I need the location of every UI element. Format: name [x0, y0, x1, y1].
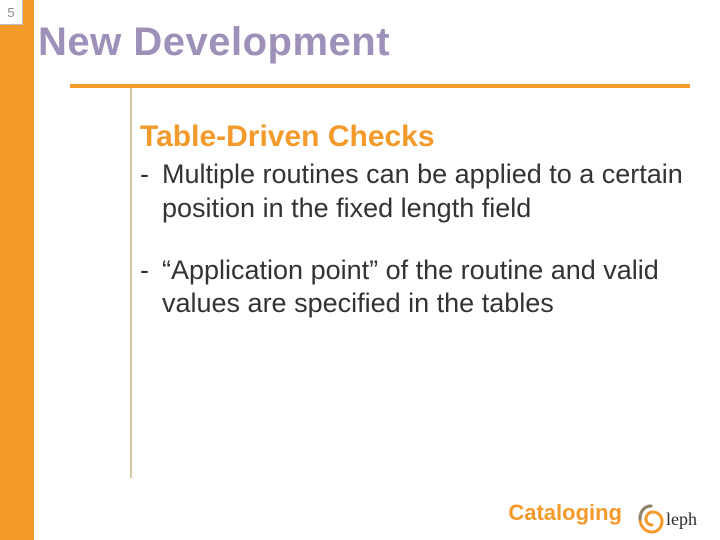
subheading: Table-Driven Checks — [140, 120, 690, 154]
body-content: Table-Driven Checks - Multiple routines … — [140, 120, 690, 349]
bullet-2: - “Application point” of the routine and… — [140, 254, 690, 322]
vertical-rule — [130, 88, 132, 478]
slide: 5 New Development Table-Driven Checks - … — [0, 0, 720, 540]
slide-title: New Development — [38, 20, 390, 65]
aleph-swirl-icon — [638, 504, 664, 534]
bullet-dash: - — [140, 254, 162, 322]
bullet-1: - Multiple routines can be applied to a … — [140, 158, 690, 226]
left-accent-bar — [0, 0, 34, 540]
aleph-logo: leph — [638, 494, 710, 534]
bullet-text: Multiple routines can be applied to a ce… — [162, 158, 690, 226]
aleph-logo-text: leph — [666, 504, 697, 534]
footer-label: Cataloging — [508, 500, 622, 526]
bullet-text: “Application point” of the routine and v… — [162, 254, 690, 322]
slide-number-box: 5 — [0, 0, 23, 25]
slide-number: 5 — [7, 5, 14, 20]
bullet-dash: - — [140, 158, 162, 226]
heading-underline — [70, 84, 690, 88]
